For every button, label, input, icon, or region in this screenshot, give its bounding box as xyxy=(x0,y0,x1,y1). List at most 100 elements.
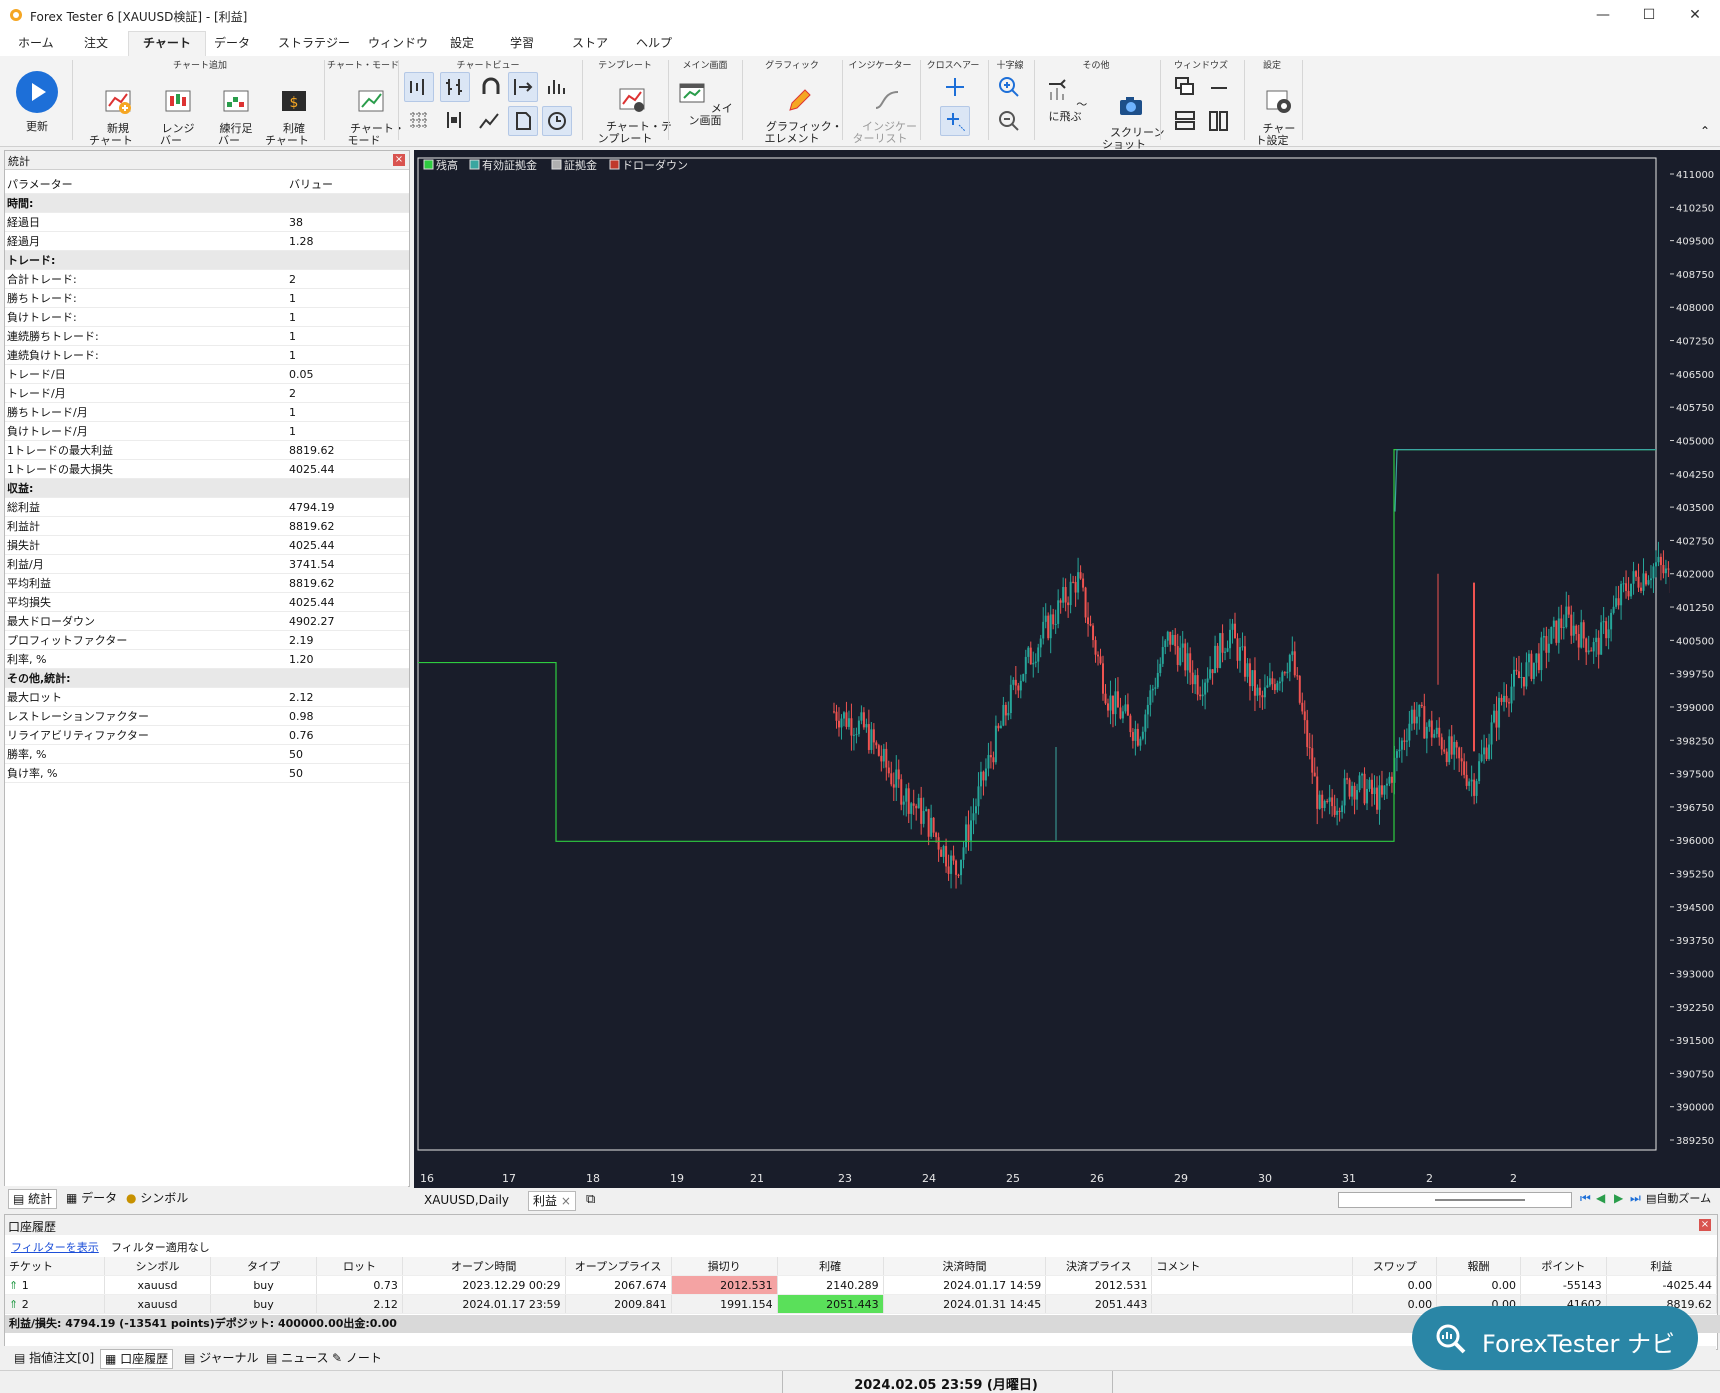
chart-scrollbar[interactable] xyxy=(1338,1192,1572,1208)
nav-next-icon[interactable]: ▶ xyxy=(1614,1191,1623,1205)
history-column-header[interactable]: シンボル xyxy=(104,1257,210,1276)
close-stats-button[interactable]: × xyxy=(393,154,405,166)
jump-to-button[interactable]: 〜に飛ぶ xyxy=(1040,76,1090,123)
equity-candle-body xyxy=(1037,647,1039,661)
window-tile-v-button[interactable] xyxy=(1204,106,1234,136)
new-chart-button[interactable]: 新規 チャート xyxy=(86,76,136,159)
close-window-button[interactable]: ✕ xyxy=(1672,4,1718,26)
chart-mode-button[interactable]: チャート・ モード xyxy=(336,76,392,159)
stats-param: 勝ちトレード/月 xyxy=(5,403,287,422)
indicator-list-button[interactable]: インジケー ターリスト xyxy=(848,74,912,157)
history-column-header[interactable]: 損切り xyxy=(671,1257,777,1276)
view-candles-button[interactable] xyxy=(404,72,434,102)
equity-candle-body xyxy=(895,770,897,788)
tab-xauusd-daily[interactable]: XAUUSD,Daily xyxy=(420,1191,513,1209)
chart-template-button[interactable]: チャート・テ ンプレート xyxy=(592,74,658,157)
window-tile-h-button[interactable] xyxy=(1170,106,1200,136)
history-column-header[interactable]: チケット xyxy=(5,1257,104,1276)
svg-text:$: $ xyxy=(290,95,299,111)
equity-candle-body xyxy=(1665,569,1667,574)
view-doc-button[interactable] xyxy=(508,106,538,136)
profit-chart-icon: $ xyxy=(279,88,309,116)
profit-chart[interactable]: 残高有効証拠金証拠金ドローダウン xyxy=(414,150,1670,1168)
history-cell-value: 0.00 xyxy=(1491,1279,1516,1292)
zoom-in-button[interactable] xyxy=(994,72,1024,102)
view-shift-button[interactable] xyxy=(508,72,538,102)
history-column-header[interactable]: 利益 xyxy=(1606,1257,1716,1276)
history-column-header[interactable]: 決済時間 xyxy=(883,1257,1046,1276)
close-history-button[interactable]: × xyxy=(1699,1219,1711,1231)
tab-stats[interactable]: ▤ 統計 xyxy=(8,1189,57,1209)
tab-notes[interactable]: ✎ ノート xyxy=(328,1349,386,1367)
range-bar-button[interactable]: レンジ バー xyxy=(146,76,196,159)
menu-learn[interactable]: 学習 xyxy=(502,34,542,56)
close-tab-icon[interactable]: × xyxy=(561,1194,571,1208)
history-column-header[interactable]: ポイント xyxy=(1520,1257,1606,1276)
window-cascade-button[interactable] xyxy=(1170,72,1200,102)
price-tick-label: 401250 xyxy=(1676,603,1714,614)
maximize-button[interactable]: ☐ xyxy=(1626,4,1672,26)
history-column-header[interactable]: オープンプライス xyxy=(565,1257,671,1276)
tab-profit[interactable]: 利益 × xyxy=(528,1191,576,1211)
history-column-header[interactable]: 利確 xyxy=(777,1257,883,1276)
history-column-header[interactable]: 決済プライス xyxy=(1046,1257,1152,1276)
view-volume-button[interactable] xyxy=(542,72,572,102)
profit-chart-button[interactable]: $ 利確 チャート xyxy=(262,76,312,159)
menu-strategy[interactable]: ストラテジー xyxy=(270,34,358,56)
menu-data[interactable]: データ xyxy=(206,34,258,56)
collapse-ribbon-icon[interactable]: ⌃ xyxy=(1700,124,1710,138)
equity-candle-body xyxy=(1530,654,1532,679)
equity-candle-body xyxy=(850,718,852,735)
menu-chart[interactable]: チャート xyxy=(128,31,206,57)
tab-pending-orders[interactable]: ▤ 指値注文[0] xyxy=(10,1349,98,1367)
update-button[interactable]: 更新 xyxy=(10,70,64,133)
group-chart-view: チャートビュー xyxy=(400,58,576,71)
view-grid-button[interactable] xyxy=(404,106,434,136)
menu-window[interactable]: ウィンドウ xyxy=(360,34,436,56)
nav-last-icon[interactable]: ⏭ xyxy=(1630,1191,1641,1206)
history-row[interactable]: ⇑ 1xauusdbuy0.732023.12.29 00:292067.674… xyxy=(5,1276,1717,1295)
minimize-button[interactable]: — xyxy=(1580,4,1626,26)
tab-account-history[interactable]: ▦ 口座履歴 xyxy=(100,1349,173,1369)
menu-store[interactable]: ストア xyxy=(564,34,616,56)
menu-help[interactable]: ヘルプ xyxy=(628,34,680,56)
history-column-header[interactable]: スワップ xyxy=(1353,1257,1437,1276)
history-column-header[interactable]: コメント xyxy=(1152,1257,1353,1276)
show-filter-link[interactable]: フィルターを表示 xyxy=(11,1239,99,1255)
view-magnet-button[interactable] xyxy=(476,72,506,102)
menu-home[interactable]: ホーム xyxy=(10,34,62,56)
tab-symbol[interactable]: ● シンボル xyxy=(122,1189,192,1207)
graphic-element-button[interactable]: グラフィック・ エレメント xyxy=(752,74,832,157)
view-line-button[interactable] xyxy=(474,106,504,136)
history-column-header[interactable]: ロット xyxy=(317,1257,403,1276)
window-minimize-all-button[interactable] xyxy=(1204,72,1234,102)
crosshair-move-button[interactable] xyxy=(940,106,970,136)
equity-candle-body xyxy=(1570,615,1572,636)
view-clock-button[interactable] xyxy=(542,106,572,136)
tab-data[interactable]: ▦ データ xyxy=(62,1189,121,1207)
nav-prev-icon[interactable]: ◀ xyxy=(1596,1191,1605,1205)
autozoom-button[interactable]: ▤自動ズーム xyxy=(1646,1190,1720,1206)
equity-candle-body xyxy=(948,866,950,873)
menu-settings[interactable]: 設定 xyxy=(442,34,482,56)
view-bars-button[interactable] xyxy=(440,72,470,102)
nav-first-icon[interactable]: ⏮ xyxy=(1580,1191,1591,1206)
scrollbar-thumb[interactable] xyxy=(1435,1199,1525,1201)
chart-settings-button[interactable]: チャー ト設定 xyxy=(1248,76,1296,159)
tab-journal[interactable]: ▤ ジャーナル xyxy=(180,1349,263,1367)
renko-bar-button[interactable]: 練行足 バー xyxy=(204,76,254,159)
history-column-header[interactable]: 報酬 xyxy=(1437,1257,1521,1276)
group-settings: 設定 xyxy=(1246,58,1298,71)
equity-candle-body xyxy=(1620,584,1622,605)
tab-news[interactable]: ▤ ニュース xyxy=(262,1349,333,1367)
zoom-out-button[interactable] xyxy=(994,106,1024,136)
history-column-header[interactable]: オープン時間 xyxy=(402,1257,565,1276)
windows-icon[interactable]: ⧉ xyxy=(586,1192,595,1207)
history-column-header[interactable]: タイプ xyxy=(211,1257,317,1276)
menu-order[interactable]: 注文 xyxy=(76,34,116,56)
main-screen-button[interactable]: メイン画面 xyxy=(674,80,736,127)
crosshair-button[interactable] xyxy=(940,72,970,102)
renko-bar-icon xyxy=(221,88,251,116)
equity-candle-body xyxy=(1488,745,1490,759)
view-period-button[interactable] xyxy=(440,106,470,136)
